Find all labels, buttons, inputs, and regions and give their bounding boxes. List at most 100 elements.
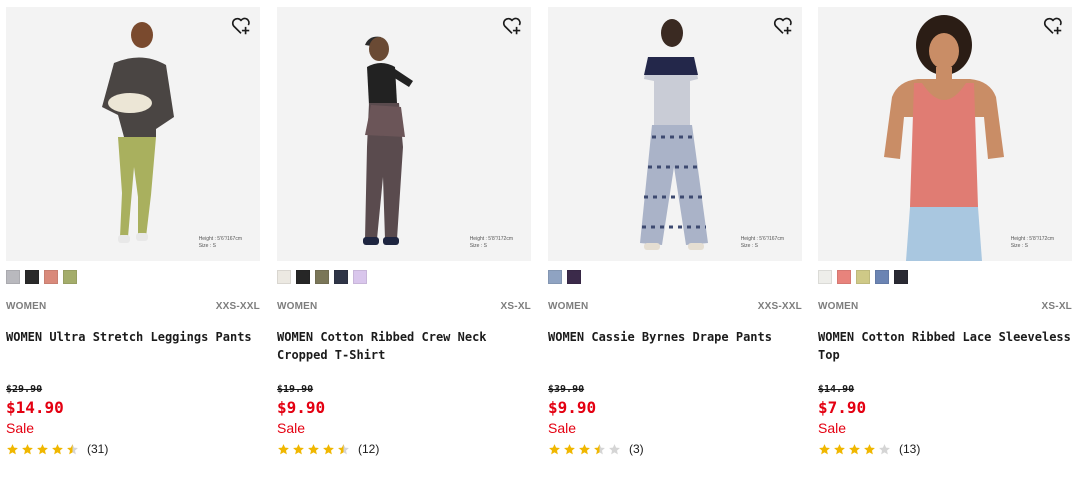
rating[interactable]: (3)	[548, 441, 802, 457]
rating[interactable]: (12)	[277, 441, 531, 457]
star-rating	[818, 443, 893, 456]
sale-price: $7.90	[818, 398, 867, 417]
color-swatch[interactable]	[63, 270, 77, 284]
product-name[interactable]: WOMEN Cassie Byrnes Drape Pants	[548, 328, 802, 384]
star-icon	[834, 443, 845, 454]
color-swatch[interactable]	[315, 270, 329, 284]
product-image[interactable]: Height : 5'6"/167cm Size : S	[6, 7, 260, 261]
original-price: $14.90	[818, 384, 855, 395]
review-count: (12)	[358, 442, 380, 456]
star-rating	[6, 443, 81, 456]
model-photo	[102, 22, 174, 243]
color-swatch[interactable]	[44, 270, 58, 284]
product-name[interactable]: WOMEN Cotton Ribbed Lace Sleeveless Top	[818, 328, 1072, 384]
model-height: Height : 5'6"/167cm	[198, 236, 242, 242]
product-card[interactable]: Height : 5'8"/172cm Size : S WOMEN XS-XL…	[277, 7, 531, 457]
heart-plus-icon[interactable]	[230, 15, 252, 37]
product-image[interactable]: Height : 5'6"/167cm Size : S	[548, 7, 802, 261]
star-icon	[338, 443, 349, 454]
star-icon	[579, 443, 590, 454]
color-swatch[interactable]	[567, 270, 581, 284]
star-icon	[879, 443, 890, 454]
star-icon	[549, 443, 560, 454]
sale-label: Sale	[818, 420, 847, 436]
color-swatch[interactable]	[818, 270, 832, 284]
star-icon	[564, 443, 575, 454]
model-height: Height : 5'8"/172cm	[1010, 236, 1054, 242]
color-swatch[interactable]	[548, 270, 562, 284]
product-card[interactable]: Height : 5'6"/167cm Size : S WOMEN XXS-X…	[548, 7, 802, 457]
color-swatch[interactable]	[875, 270, 889, 284]
heart-plus-icon[interactable]	[1042, 15, 1064, 37]
star-icon	[864, 443, 875, 454]
star-icon	[323, 443, 334, 454]
rating[interactable]: (13)	[818, 441, 1072, 457]
star-icon	[37, 443, 48, 454]
sale-price: $9.90	[277, 398, 326, 417]
color-swatch[interactable]	[296, 270, 310, 284]
color-swatch[interactable]	[334, 270, 348, 284]
model-photo	[884, 15, 1004, 261]
star-icon	[22, 443, 33, 454]
product-meta: WOMEN XXS-XXL	[548, 301, 802, 313]
gender-label: WOMEN	[277, 301, 318, 312]
original-price: $19.90	[277, 384, 314, 395]
review-count: (13)	[899, 442, 921, 456]
star-icon	[594, 443, 605, 454]
rating[interactable]: (31)	[6, 441, 260, 457]
review-count: (31)	[87, 442, 109, 456]
product-card[interactable]: Height : 5'6"/167cm Size : S WOMEN XXS-X…	[6, 7, 260, 457]
star-icon	[609, 443, 620, 454]
sale-label: Sale	[548, 420, 577, 436]
color-swatches	[818, 270, 1072, 284]
product-meta: WOMEN XS-XL	[818, 301, 1072, 313]
color-swatches	[277, 270, 531, 284]
star-icon	[293, 443, 304, 454]
model-info: Height : 5'8"/172cm Size : S	[1011, 236, 1054, 250]
model-size: Size : S	[740, 243, 758, 249]
color-swatch[interactable]	[856, 270, 870, 284]
star-icon	[278, 443, 289, 454]
color-swatch[interactable]	[837, 270, 851, 284]
sale-label: Sale	[277, 420, 306, 436]
sale-price: $9.90	[548, 398, 597, 417]
model-info: Height : 5'6"/167cm Size : S	[741, 236, 784, 250]
star-rating	[548, 443, 623, 456]
color-swatch[interactable]	[25, 270, 39, 284]
model-size: Size : S	[469, 243, 487, 249]
color-swatch[interactable]	[6, 270, 20, 284]
size-range: XXS-XXL	[757, 301, 802, 312]
original-price: $29.90	[6, 384, 43, 395]
model-info: Height : 5'8"/172cm Size : S	[470, 236, 513, 250]
model-size: Size : S	[1010, 243, 1028, 249]
review-count: (3)	[629, 442, 644, 456]
product-card[interactable]: Height : 5'8"/172cm Size : S WOMEN XS-XL…	[818, 7, 1072, 457]
model-height: Height : 5'8"/172cm	[469, 236, 513, 242]
size-range: XS-XL	[1041, 301, 1072, 312]
model-photo	[363, 36, 413, 245]
product-image[interactable]: Height : 5'8"/172cm Size : S	[818, 7, 1072, 261]
original-price: $39.90	[548, 384, 585, 395]
heart-plus-icon[interactable]	[772, 15, 794, 37]
sale-price: $14.90	[6, 398, 64, 417]
color-swatch[interactable]	[894, 270, 908, 284]
product-grid: Height : 5'6"/167cm Size : S WOMEN XXS-X…	[0, 0, 1080, 483]
star-icon	[849, 443, 860, 454]
color-swatch[interactable]	[277, 270, 291, 284]
star-icon	[819, 443, 830, 454]
gender-label: WOMEN	[548, 301, 589, 312]
gender-label: WOMEN	[818, 301, 859, 312]
model-photo	[640, 19, 708, 250]
heart-plus-icon[interactable]	[501, 15, 523, 37]
product-image[interactable]: Height : 5'8"/172cm Size : S	[277, 7, 531, 261]
model-height: Height : 5'6"/167cm	[740, 236, 784, 242]
star-icon	[7, 443, 18, 454]
size-range: XS-XL	[500, 301, 531, 312]
gender-label: WOMEN	[6, 301, 47, 312]
product-meta: WOMEN XS-XL	[277, 301, 531, 313]
color-swatches	[548, 270, 802, 284]
product-meta: WOMEN XXS-XXL	[6, 301, 260, 313]
product-name[interactable]: WOMEN Cotton Ribbed Crew Neck Cropped T-…	[277, 328, 531, 384]
product-name[interactable]: WOMEN Ultra Stretch Leggings Pants	[6, 328, 260, 384]
color-swatch[interactable]	[353, 270, 367, 284]
